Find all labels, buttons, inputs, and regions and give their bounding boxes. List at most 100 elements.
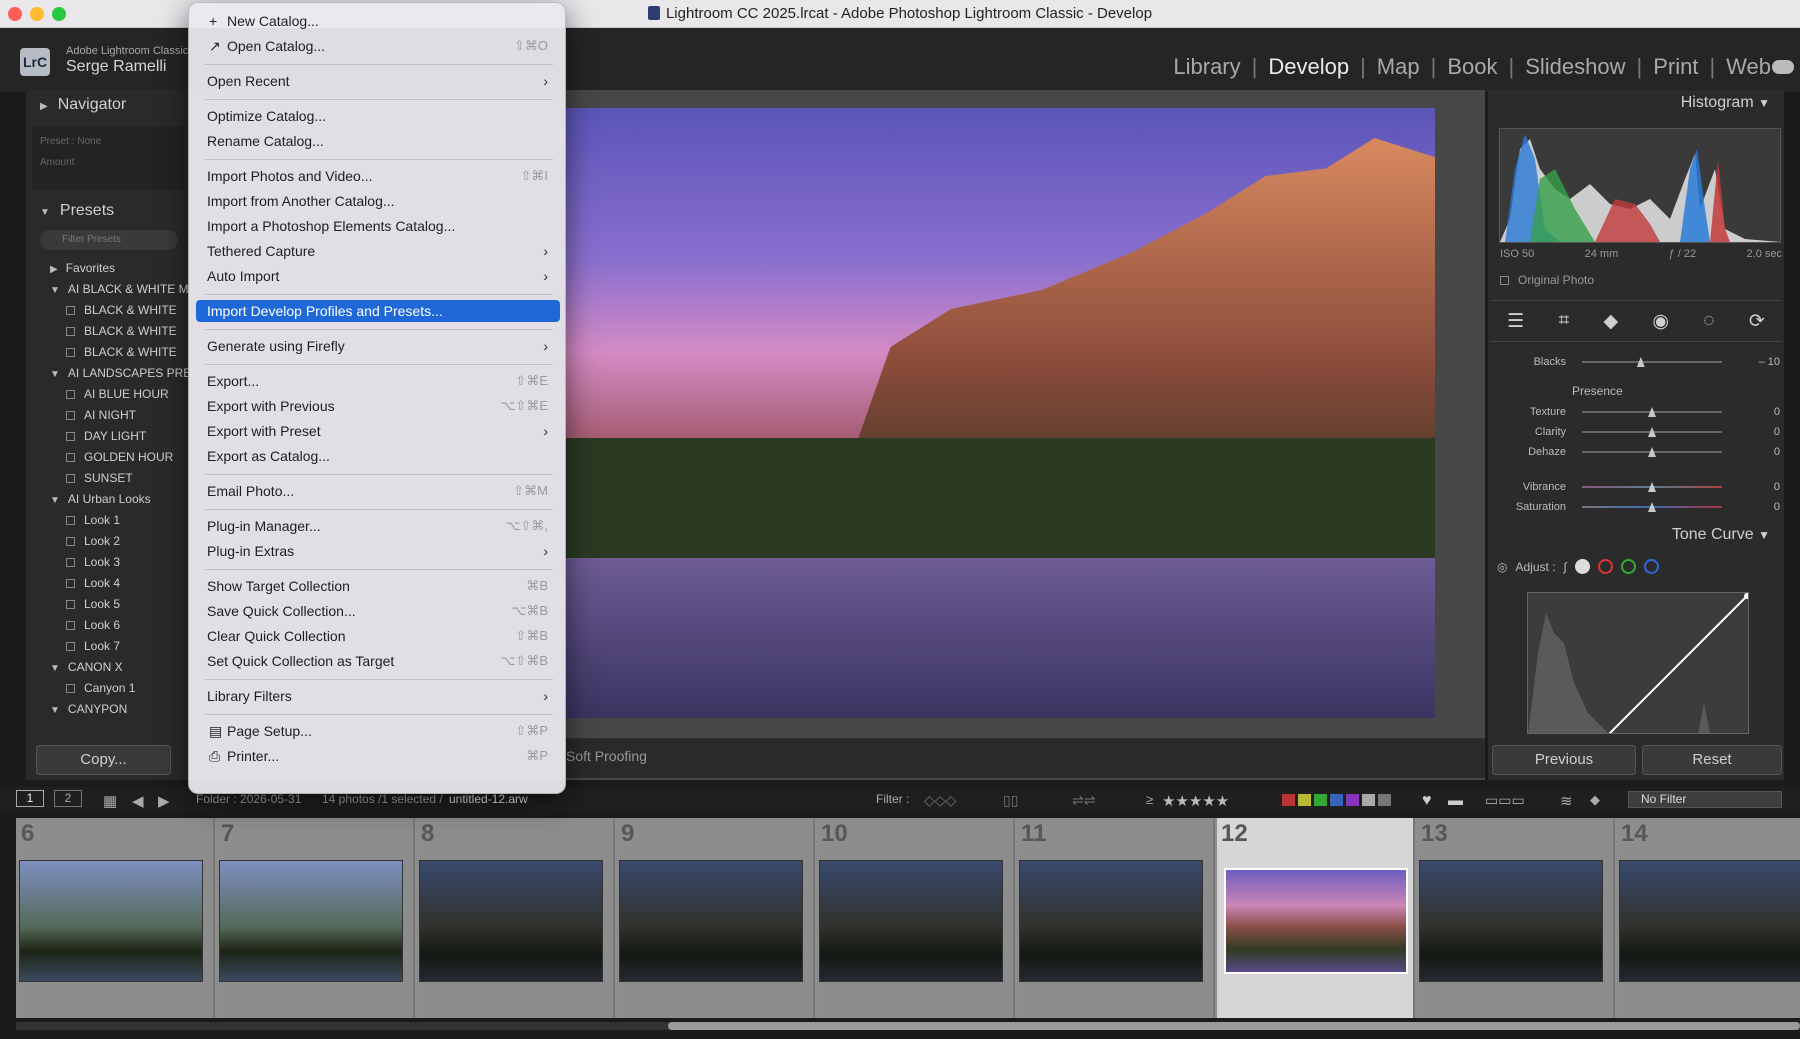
filmstrip-cell[interactable]: 12 bbox=[1217, 818, 1415, 1018]
red-label-icon[interactable] bbox=[1282, 794, 1295, 806]
folder-label[interactable]: Folder : 2026-05-31 bbox=[196, 792, 301, 806]
module-slideshow[interactable]: Slideshow bbox=[1514, 54, 1636, 80]
yellow-label-icon[interactable] bbox=[1298, 794, 1311, 806]
parametric-curve-icon[interactable]: ∫ bbox=[1564, 560, 1567, 574]
menu-item-printer[interactable]: ⎙ Printer... ⌘P bbox=[196, 745, 560, 767]
edit-sliders-icon[interactable]: ☰ bbox=[1507, 310, 1524, 333]
main-photo[interactable] bbox=[565, 108, 1435, 718]
red-channel-icon[interactable] bbox=[1597, 559, 1613, 574]
preset-item[interactable]: Look 1 bbox=[26, 510, 190, 531]
menu-item-save-quick-collection[interactable]: Save Quick Collection... ⌥⌘B bbox=[196, 600, 560, 622]
tone-curve-header[interactable]: Tone Curve ▼ bbox=[1488, 526, 1784, 544]
preset-item[interactable]: Look 7 bbox=[26, 636, 190, 657]
secondary-window-button[interactable]: 2 bbox=[54, 790, 82, 807]
histogram[interactable] bbox=[1499, 128, 1781, 243]
filmstrip-cell[interactable]: 8 bbox=[417, 818, 615, 1018]
blue-channel-icon[interactable] bbox=[1643, 559, 1659, 574]
preset-item[interactable]: AI BLUE HOUR bbox=[26, 384, 190, 405]
thumbnail[interactable] bbox=[419, 860, 603, 982]
preset-group[interactable]: ▼ AI LANDSCAPES PRE bbox=[26, 363, 190, 384]
masking-icon[interactable]: ◌ bbox=[1703, 310, 1714, 332]
filter-preset-dropdown[interactable]: No Filter bbox=[1628, 791, 1782, 808]
purple-label-icon[interactable] bbox=[1346, 794, 1359, 806]
grid-view-icon[interactable]: ▦ bbox=[103, 792, 117, 810]
preset-item[interactable]: BLACK & WHITE bbox=[26, 342, 190, 363]
filmstrip-cell[interactable]: 9 bbox=[617, 818, 815, 1018]
target-adjust-icon[interactable]: ◎ bbox=[1497, 560, 1507, 574]
filename-dropdown[interactable]: untitled-12.arw bbox=[449, 792, 528, 806]
menu-item-export[interactable]: Export... ⇧⌘E bbox=[196, 370, 560, 392]
preset-item[interactable]: DAY LIGHT bbox=[26, 426, 190, 447]
menu-item-tethered-capture[interactable]: Tethered Capture › bbox=[196, 240, 560, 262]
main-window-button[interactable]: 1 bbox=[16, 790, 44, 807]
preset-item[interactable]: GOLDEN HOUR bbox=[26, 447, 190, 468]
custom-label-icon[interactable] bbox=[1362, 794, 1375, 806]
thumbnail[interactable] bbox=[619, 860, 803, 982]
menu-item-generate-using-firefly[interactable]: Generate using Firefly › bbox=[196, 335, 560, 357]
preset-group[interactable]: ▼ AI BLACK & WHITE M bbox=[26, 279, 190, 300]
filmstrip-cell[interactable]: 7 bbox=[217, 818, 415, 1018]
no-label-icon[interactable] bbox=[1378, 794, 1391, 806]
thumbnail[interactable] bbox=[819, 860, 1003, 982]
texture-slider[interactable]: Texture 0 bbox=[1500, 402, 1780, 422]
cloud-sync-icon[interactable] bbox=[1772, 60, 1794, 74]
stack-icon[interactable]: ≋ bbox=[1560, 792, 1573, 810]
thumbnail[interactable] bbox=[1619, 860, 1800, 982]
menu-item-export-with-preset[interactable]: Export with Preset › bbox=[196, 420, 560, 442]
preset-group[interactable]: ▼ CANON X bbox=[26, 657, 190, 678]
filmstrip-cell[interactable]: 14 bbox=[1617, 818, 1800, 1018]
menu-item-open-catalog[interactable]: ↗ Open Catalog... ⇧⌘O bbox=[196, 35, 560, 57]
preset-group[interactable]: ▼ CANYPON bbox=[26, 699, 190, 720]
navigator-header[interactable]: ▶ Navigator bbox=[26, 90, 190, 120]
preset-item[interactable]: BLACK & WHITE bbox=[26, 300, 190, 321]
menu-item-page-setup[interactable]: ▤ Page Setup... ⇧⌘P bbox=[196, 720, 560, 742]
menu-item-set-quick-collection-as-target[interactable]: Set Quick Collection as Target ⌥⇧⌘B bbox=[196, 650, 560, 672]
filter-presets-input[interactable]: Filter Presets bbox=[40, 230, 178, 250]
back-arrow-icon[interactable]: ◀ bbox=[132, 792, 144, 810]
preset-item[interactable]: Canyon 1 bbox=[26, 678, 190, 699]
preset-item[interactable]: Look 5 bbox=[26, 594, 190, 615]
preset-item[interactable]: Look 4 bbox=[26, 573, 190, 594]
green-channel-icon[interactable] bbox=[1620, 559, 1636, 574]
preset-item[interactable]: Look 2 bbox=[26, 531, 190, 552]
module-print[interactable]: Print bbox=[1642, 54, 1709, 80]
menu-item-export-as-catalog[interactable]: Export as Catalog... bbox=[196, 445, 560, 467]
green-label-icon[interactable] bbox=[1314, 794, 1327, 806]
thumbnail[interactable] bbox=[219, 860, 403, 982]
clarity-slider[interactable]: Clarity 0 bbox=[1500, 422, 1780, 442]
menu-item-clear-quick-collection[interactable]: Clear Quick Collection ⇧⌘B bbox=[196, 625, 560, 647]
presets-icon[interactable]: ⟳ bbox=[1749, 310, 1765, 333]
original-photo-checkbox[interactable]: Original Photo bbox=[1500, 273, 1594, 287]
preset-item[interactable]: Look 6 bbox=[26, 615, 190, 636]
saturation-slider[interactable]: Saturation 0 bbox=[1500, 497, 1780, 517]
menu-item-open-recent[interactable]: Open Recent › bbox=[196, 70, 560, 92]
module-map[interactable]: Map bbox=[1366, 54, 1431, 80]
menu-item-export-with-previous[interactable]: Export with Previous ⌥⇧⌘E bbox=[196, 395, 560, 417]
flag-filter-icon[interactable]: ◇◇◇ bbox=[924, 792, 956, 809]
reset-button[interactable]: Reset bbox=[1642, 745, 1782, 775]
menu-item-import-photos-and-video[interactable]: Import Photos and Video... ⇧⌘I bbox=[196, 165, 560, 187]
heart-icon[interactable]: ♥ bbox=[1422, 792, 1432, 810]
comment-icon[interactable]: ▬ bbox=[1448, 792, 1463, 809]
thumbnail[interactable] bbox=[1019, 860, 1203, 982]
module-library[interactable]: Library bbox=[1162, 54, 1251, 80]
filmstrip-cell[interactable]: 10 bbox=[817, 818, 1015, 1018]
sliders-filter-icon[interactable]: ⇌⇌ bbox=[1072, 792, 1095, 809]
lock-filter-icon[interactable]: ◆ bbox=[1590, 792, 1600, 808]
crop-icon[interactable]: ⌗ bbox=[1558, 310, 1569, 332]
edit-filter-icon[interactable]: ▯▯ bbox=[1003, 792, 1018, 809]
vibrance-slider[interactable]: Vibrance 0 bbox=[1500, 477, 1780, 497]
rgb-channel-icon[interactable] bbox=[1574, 559, 1590, 574]
tone-curve-graph[interactable] bbox=[1527, 592, 1749, 734]
preset-group[interactable]: ▶ Favorites bbox=[26, 258, 190, 279]
curve-line[interactable] bbox=[1608, 594, 1748, 734]
view-toggle-icon[interactable]: ▭▭▭ bbox=[1485, 792, 1525, 809]
thumbnail[interactable] bbox=[19, 860, 203, 982]
menu-item-email-photo[interactable]: Email Photo... ⇧⌘M bbox=[196, 480, 560, 502]
menu-item-auto-import[interactable]: Auto Import › bbox=[196, 265, 560, 287]
thumbnail[interactable] bbox=[1224, 868, 1408, 974]
blue-label-icon[interactable] bbox=[1330, 794, 1343, 806]
preset-item[interactable]: Look 3 bbox=[26, 552, 190, 573]
filmstrip-cell[interactable]: 11 bbox=[1017, 818, 1215, 1018]
histogram-header[interactable]: Histogram ▼ bbox=[1488, 94, 1784, 120]
